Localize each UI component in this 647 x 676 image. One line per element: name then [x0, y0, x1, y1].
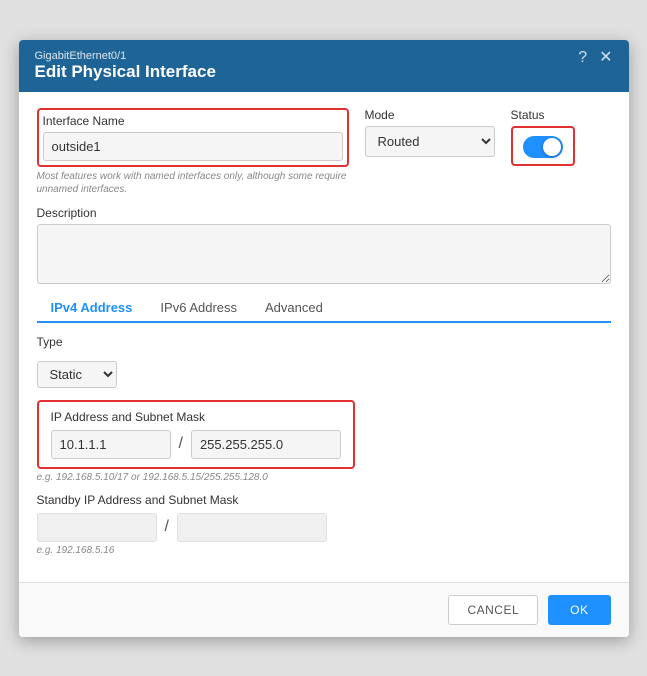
ip-address-input[interactable] [51, 430, 171, 459]
standby-subnet-input[interactable] [177, 513, 327, 542]
description-group: Description [37, 206, 611, 284]
description-label: Description [37, 206, 611, 220]
standby-ip-label: Standby IP Address and Subnet Mask [37, 493, 611, 507]
interface-name-input[interactable] [43, 132, 343, 161]
status-group: Status [511, 108, 611, 166]
edit-physical-interface-dialog: GigabitEthernet0/1 Edit Physical Interfa… [19, 40, 629, 637]
status-highlight [511, 126, 575, 166]
mode-select[interactable]: Routed Passive Inline Set Inline Tap Ers… [365, 126, 495, 157]
standby-ip-section: Standby IP Address and Subnet Mask / e.g… [37, 493, 611, 556]
interface-name-hint: Most features work with named interfaces… [37, 170, 349, 196]
help-button[interactable]: ? [578, 50, 587, 66]
standby-slash-separator: / [165, 518, 169, 536]
ip-section: IP Address and Subnet Mask / e.g. 192.16… [37, 400, 611, 483]
tabs-row: IPv4 Address IPv6 Address Advanced [37, 294, 611, 323]
ip-input-row: / [51, 430, 341, 459]
status-label: Status [511, 108, 545, 122]
interface-name-label: Interface Name [43, 114, 343, 128]
ip-hint: e.g. 192.168.5.10/17 or 192.168.5.15/255… [37, 472, 611, 483]
dialog-subtitle: GigabitEthernet0/1 [35, 50, 216, 62]
standby-ip-row: / [37, 513, 611, 542]
mode-group: Mode Routed Passive Inline Set Inline Ta… [365, 108, 495, 157]
status-toggle[interactable] [523, 136, 563, 158]
ok-button[interactable]: OK [548, 595, 610, 625]
interface-name-highlight: Interface Name [37, 108, 349, 167]
type-select[interactable]: Static DHCP PPPoE [37, 361, 117, 388]
tab-ipv4-address[interactable]: IPv4 Address [37, 294, 147, 323]
ip-highlight-box: IP Address and Subnet Mask / [37, 400, 355, 469]
header-title-block: GigabitEthernet0/1 Edit Physical Interfa… [35, 50, 216, 82]
standby-ip-hint: e.g. 192.168.5.16 [37, 545, 611, 556]
type-row: Type [37, 335, 611, 349]
dialog-header: GigabitEthernet0/1 Edit Physical Interfa… [19, 40, 629, 92]
close-button[interactable]: ✕ [599, 50, 612, 66]
mode-label: Mode [365, 108, 495, 122]
type-label: Type [37, 335, 63, 349]
slash-separator: / [179, 435, 183, 453]
cancel-button[interactable]: CANCEL [448, 595, 538, 625]
interface-name-group: Interface Name Most features work with n… [37, 108, 349, 196]
description-textarea[interactable] [37, 224, 611, 284]
ip-address-label: IP Address and Subnet Mask [51, 410, 341, 424]
dialog-body: Interface Name Most features work with n… [19, 92, 629, 582]
top-row: Interface Name Most features work with n… [37, 108, 611, 196]
dialog-title: Edit Physical Interface [35, 62, 216, 82]
subnet-mask-input[interactable] [191, 430, 341, 459]
dialog-header-actions: ? ✕ [578, 50, 612, 66]
tab-ipv6-address[interactable]: IPv6 Address [146, 294, 251, 323]
standby-ip-input[interactable] [37, 513, 157, 542]
dialog-footer: CANCEL OK [19, 582, 629, 637]
tab-advanced[interactable]: Advanced [251, 294, 337, 323]
